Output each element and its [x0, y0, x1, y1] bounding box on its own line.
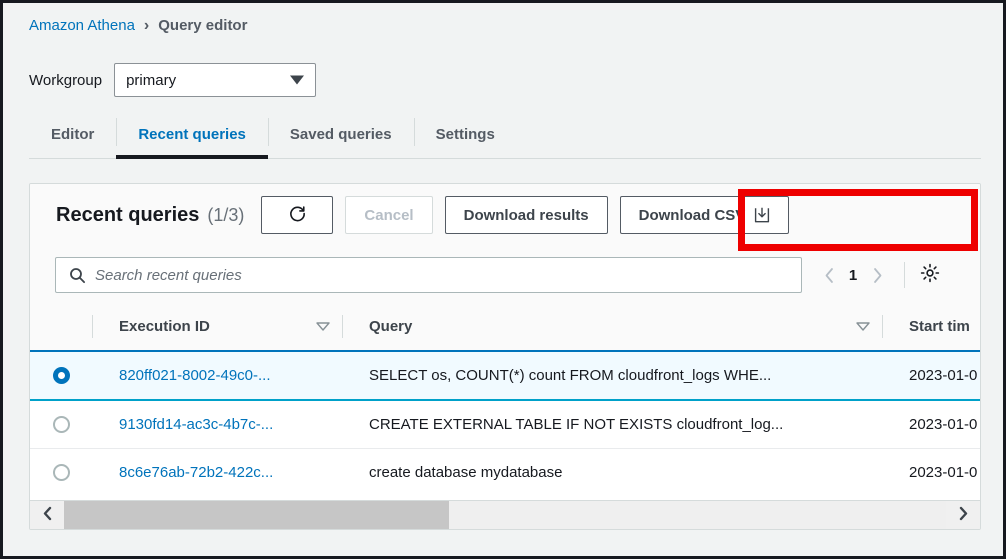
recent-queries-panel: Recent queries (1/3) Cancel Download res…: [29, 183, 981, 530]
start-time-text: 2023-01-0: [909, 464, 977, 481]
scrollbar-track[interactable]: [64, 501, 946, 529]
breadcrumb-current-query-editor: Query editor: [158, 16, 247, 36]
tab-saved-queries[interactable]: Saved queries: [268, 110, 414, 158]
column-header-query-label: Query: [369, 318, 412, 335]
pagination-next-button[interactable]: [864, 260, 890, 290]
row-start-time-cell: 2023-01-0: [882, 400, 980, 449]
recent-queries-table: Execution ID Query: [30, 303, 980, 489]
scroll-right-button[interactable]: [946, 501, 980, 529]
tab-saved-queries-label: Saved queries: [290, 126, 392, 143]
download-results-button[interactable]: Download results: [445, 196, 608, 234]
row-select-cell[interactable]: [30, 400, 92, 449]
row-select-cell[interactable]: [30, 449, 92, 490]
start-time-text: 2023-01-0: [909, 416, 977, 433]
cancel-button[interactable]: Cancel: [345, 196, 432, 234]
table-row[interactable]: 9130fd14-ac3c-4b7c-... CREATE EXTERNAL T…: [30, 400, 980, 449]
column-header-execution-id-label: Execution ID: [119, 318, 210, 335]
panel-title: Recent queries: [56, 204, 199, 227]
row-select-cell[interactable]: [30, 351, 92, 400]
search-input[interactable]: [95, 267, 735, 284]
gear-icon: [920, 263, 940, 288]
chevron-left-icon: [42, 505, 53, 526]
download-csv-label: Download CSV: [639, 207, 746, 224]
refresh-button[interactable]: [261, 196, 333, 234]
query-text: SELECT os, COUNT(*) count FROM cloudfron…: [369, 367, 771, 384]
column-header-start-time[interactable]: Start tim: [882, 303, 980, 351]
row-query-cell: CREATE EXTERNAL TABLE IF NOT EXISTS clou…: [342, 400, 882, 449]
sort-caret-icon-query[interactable]: [856, 322, 870, 331]
sort-caret-icon-execution-id[interactable]: [316, 322, 330, 331]
tab-recent-queries-label: Recent queries: [138, 126, 246, 143]
refresh-icon: [288, 204, 307, 227]
horizontal-scrollbar[interactable]: [30, 500, 980, 529]
pagination-divider: [904, 262, 905, 288]
row-execution-id-cell: 8c6e76ab-72b2-422c...: [92, 449, 342, 490]
row-radio[interactable]: [53, 464, 70, 481]
tab-editor-label: Editor: [51, 126, 94, 143]
query-text: create database mydatabase: [369, 464, 562, 481]
query-text: CREATE EXTERNAL TABLE IF NOT EXISTS clou…: [369, 416, 783, 433]
table-row[interactable]: 8c6e76ab-72b2-422c... create database my…: [30, 449, 980, 490]
scroll-left-button[interactable]: [30, 501, 64, 529]
workgroup-select[interactable]: primary: [114, 63, 316, 97]
workgroup-selected-value: primary: [126, 72, 176, 89]
recent-queries-table-wrapper: Execution ID Query: [30, 303, 980, 489]
execution-id-link[interactable]: 820ff021-8002-49c0-...: [119, 367, 271, 384]
download-results-label: Download results: [464, 207, 589, 224]
start-time-text: 2023-01-0: [909, 367, 977, 384]
pagination-page-1[interactable]: 1: [842, 267, 864, 284]
row-query-cell: create database mydatabase: [342, 449, 882, 490]
table-preferences-button[interactable]: [915, 260, 945, 290]
search-box[interactable]: [55, 257, 802, 293]
column-header-query[interactable]: Query: [342, 303, 882, 351]
download-csv-button[interactable]: Download CSV: [620, 196, 790, 234]
workgroup-label: Workgroup: [29, 72, 102, 89]
column-header-start-time-label: Start tim: [909, 318, 970, 335]
column-header-select: [30, 303, 92, 351]
panel-actions: Cancel Download results Download CSV: [261, 196, 789, 234]
breadcrumb-link-amazon-athena[interactable]: Amazon Athena: [29, 16, 135, 36]
row-radio[interactable]: [53, 416, 70, 433]
tab-settings[interactable]: Settings: [414, 110, 517, 158]
search-row: 1: [30, 247, 980, 303]
chevron-right-icon: [958, 505, 969, 526]
athena-query-editor-page: Amazon Athena › Query editor Workgroup p…: [0, 0, 1006, 559]
scrollbar-thumb[interactable]: [64, 501, 449, 529]
chevron-left-icon: [823, 267, 836, 284]
chevron-right-icon: [871, 267, 884, 284]
execution-id-link[interactable]: 9130fd14-ac3c-4b7c-...: [119, 416, 273, 433]
row-execution-id-cell: 820ff021-8002-49c0-...: [92, 351, 342, 400]
breadcrumb: Amazon Athena › Query editor: [29, 16, 247, 36]
table-header-row: Execution ID Query: [30, 303, 980, 351]
row-execution-id-cell: 9130fd14-ac3c-4b7c-...: [92, 400, 342, 449]
execution-id-link[interactable]: 8c6e76ab-72b2-422c...: [119, 464, 273, 481]
row-query-cell: SELECT os, COUNT(*) count FROM cloudfron…: [342, 351, 882, 400]
panel-header: Recent queries (1/3) Cancel Download res…: [30, 184, 980, 247]
row-radio-selected[interactable]: [53, 367, 70, 384]
row-start-time-cell: 2023-01-0: [882, 449, 980, 490]
cancel-button-label: Cancel: [364, 207, 413, 224]
pagination: 1: [816, 260, 945, 290]
chevron-down-icon: [290, 76, 304, 85]
pagination-prev-button[interactable]: [816, 260, 842, 290]
table-row[interactable]: 820ff021-8002-49c0-... SELECT os, COUNT(…: [30, 351, 980, 400]
panel-count: (1/3): [207, 205, 244, 226]
tab-bar: Editor Recent queries Saved queries Sett…: [29, 110, 981, 159]
tab-settings-label: Settings: [436, 126, 495, 143]
download-icon: [754, 207, 770, 223]
tab-editor[interactable]: Editor: [29, 110, 116, 158]
tab-recent-queries[interactable]: Recent queries: [116, 110, 268, 158]
row-start-time-cell: 2023-01-0: [882, 351, 980, 400]
workgroup-row: Workgroup primary: [29, 63, 316, 97]
search-icon: [69, 267, 86, 284]
breadcrumb-separator-icon: ›: [144, 16, 149, 36]
column-header-execution-id[interactable]: Execution ID: [92, 303, 342, 351]
